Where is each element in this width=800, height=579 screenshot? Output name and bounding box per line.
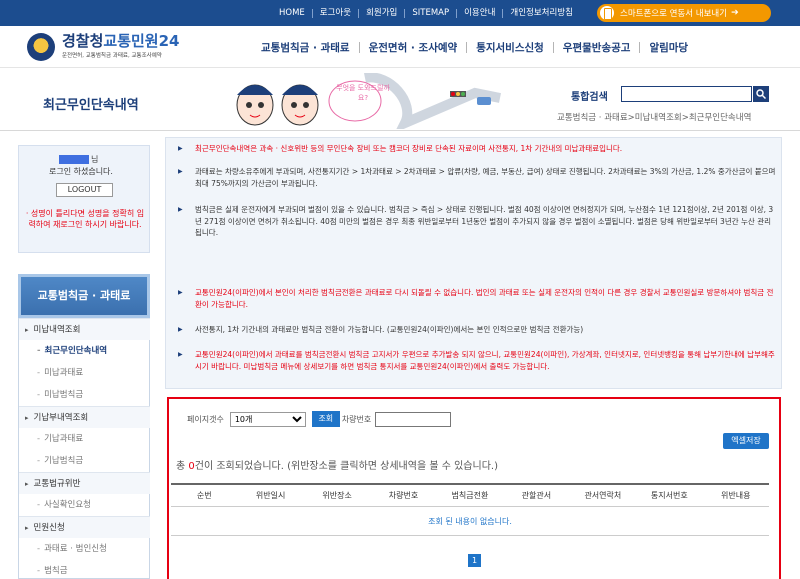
lnb-sub-item[interactable]: 기납과태료	[19, 428, 150, 450]
info-text: 교통민원24(이파인)에서 본인이 처리한 범칙금전환은 과태료로 다시 되돌릴…	[195, 288, 774, 309]
global-nav: 교통범칙금 · 과태료 운전면허 · 조사예약 통지서비스신청 우편물반송공고 알림마당	[252, 26, 697, 68]
top-link[interactable]: SITEMAP	[405, 0, 456, 26]
info-text: 과태료는 차량소유주에게 부과되며, 사전통지기간 > 1차과태료 > 2차과태…	[195, 167, 776, 188]
logout-button[interactable]: LOGOUT	[56, 183, 113, 197]
logo-subtitle: 운전면허, 교통범칙금 과태료, 교통조사예약	[62, 53, 162, 59]
logo-main: 경찰청	[62, 32, 104, 50]
logo-brand: 교통민원24	[103, 32, 180, 50]
gnb-item[interactable]: 운전면허 · 조사예약	[360, 40, 467, 55]
info-paragraph: 사전통지, 1차 기간내의 과태료만 범칙금 전환이 가능합니다. (교통민원2…	[178, 324, 776, 336]
top-link[interactable]: HOME	[272, 0, 312, 26]
result-count-message: 총 0건이 조회되었습니다. (위반장소를 클릭하면 상세내역을 볼 수 있습니…	[176, 457, 498, 472]
arrow-right-icon: ➔	[731, 8, 739, 18]
column-header: 위반장소	[322, 491, 352, 500]
column-header: 위반내용	[720, 491, 751, 500]
column-header: 위반일시	[255, 491, 286, 500]
search-button[interactable]	[753, 86, 769, 102]
rows-label: 페이지갯수	[187, 414, 224, 424]
top-link[interactable]: 회원가입	[359, 0, 404, 26]
info-text: 교통민원24(이파인)에서 과태료를 범칙금전환시 범칙금 고지서가 우편으로 …	[195, 350, 775, 371]
column-header: 관할관서	[521, 491, 552, 500]
login-box: 님 로그인 하셨습니다. LOGOUT · 성명이 틀리다면 성명을 정확히 입…	[18, 145, 150, 253]
speech-bubble-text: 무엇을 도와드릴까요?	[336, 84, 390, 102]
lnb-main-item[interactable]: 민원신청	[19, 516, 150, 538]
info-paragraph: 범칙금은 실제 운전자에게 부과되며 벌점이 있을 수 있습니다. 범칙금 > …	[178, 204, 776, 239]
table-header: 순번 위반일시 위반장소 차량번호 범칙금전환 관할관서 관서연락처 통지서번호 위반내용	[171, 483, 769, 507]
lnb-sub-item[interactable]: 기납범칙금	[19, 450, 150, 472]
header: 경찰청교통민원24 운전면허, 교통범칙금 과태료, 교통조사예약 교통범칙금 …	[0, 26, 800, 68]
info-text: 사전통지, 1차 기간내의 과태료만 범칙금 전환이 가능합니다. (교통민원2…	[195, 325, 584, 334]
search-label: 통합검색	[571, 92, 608, 103]
column-header: 차량번호	[388, 491, 419, 500]
login-message: 로그인 하셨습니다.	[49, 167, 113, 176]
empty-message: 조회 된 내용이 없습니다.	[171, 508, 769, 536]
column-header: 통지서번호	[650, 491, 688, 500]
car-number-input[interactable]	[375, 411, 452, 427]
site-logo[interactable]: 경찰청교통민원24	[62, 30, 179, 51]
lnb-main-item[interactable]: 기납부내역조회	[19, 406, 150, 428]
lnb-sub-item[interactable]: 과태료 · 범인신청	[19, 538, 150, 560]
rows-select[interactable]: 10개	[229, 411, 306, 427]
excel-save-button[interactable]: 엑셀저장	[723, 433, 769, 449]
sub-visual: 최근무인단속내역 무엇을 도와드릴까요? 통합검색 교통범칙금 · 과태료>미납…	[0, 69, 800, 131]
lnb-sub-item[interactable]: 범칙금	[19, 560, 150, 579]
page-button-1[interactable]: 1	[468, 554, 481, 567]
gnb-item[interactable]: 교통범칙금 · 과태료	[252, 40, 359, 55]
query-button[interactable]: 조회	[311, 411, 340, 427]
top-link[interactable]: 로그아웃	[313, 0, 358, 26]
breadcrumb: 교통범칙금 · 과태료>미납내역조회>최근무인단속내역	[557, 113, 752, 123]
smartphone-button[interactable]: 스마트폰으로 연동서 내보내기 ➔	[597, 4, 771, 22]
column-header: 범칙금전환	[451, 491, 489, 500]
smartphone-icon	[600, 6, 614, 20]
smartphone-label: 스마트폰으로 연동서 내보내기	[620, 9, 728, 19]
lnb-main-item[interactable]: 교통법규위반	[19, 472, 150, 494]
login-warning: · 성명이 틀리다면 성명을 정확히 입력하여 재로그인 하시기 바랍니다.	[25, 209, 145, 229]
gnb-item[interactable]: 알림마당	[640, 40, 697, 55]
page-title: 최근무인단속내역	[43, 98, 139, 113]
count-prefix: 총	[176, 461, 189, 472]
lnb-sub-item[interactable]: 최근무인단속내역	[19, 340, 150, 362]
column-header: 순번	[196, 491, 212, 500]
lnb-sub-item[interactable]: 미납범칙금	[19, 384, 150, 406]
top-link[interactable]: 이용안내	[457, 0, 502, 26]
search-controls: 페이지갯수 10개 조회 차량번호	[187, 411, 452, 427]
info-paragraph: 과태료는 차량소유주에게 부과되며, 사전통지기간 > 1차과태료 > 2차과태…	[178, 166, 776, 189]
search-input[interactable]	[621, 86, 752, 102]
info-box: 최근무인단속내역은 과속 · 신호위반 등의 무인단속 장비 또는 캠코더 장비…	[165, 137, 782, 389]
column-header: 관서연락처	[584, 491, 622, 500]
user-suffix: 님	[91, 155, 99, 164]
count-suffix: 건이 조회되었습니다. (위반장소를 클릭하면 상세내역을 볼 수 있습니다.)	[194, 461, 498, 472]
left-nav: 미납내역조회최근무인단속내역미납과태료미납범칙금기납부내역조회기납과태료기납범칙…	[18, 318, 150, 579]
police-emblem-icon[interactable]	[27, 33, 55, 61]
top-link[interactable]: 개인정보처리방침	[503, 0, 580, 26]
divider	[0, 130, 800, 131]
lnb-sub-item[interactable]: 미납과태료	[19, 362, 150, 384]
result-area: 페이지갯수 10개 조회 차량번호 엑셀저장 총 0건이 조회되었습니다. (위…	[167, 397, 781, 579]
login-user: 님	[59, 154, 98, 165]
lnb-sub-item[interactable]: 사실확인요청	[19, 494, 150, 516]
top-utility-bar: HOME 로그아웃 회원가입 SITEMAP 이용안내 개인정보처리방침 스마트폰으로 연…	[0, 0, 800, 26]
top-links: HOME 로그아웃 회원가입 SITEMAP 이용안내 개인정보처리방침	[272, 0, 580, 26]
gnb-item[interactable]: 통지서비스신청	[467, 40, 553, 55]
info-paragraph: 교통민원24(이파인)에서 본인이 처리한 범칙금전환은 과태료로 다시 되돌릴…	[178, 287, 776, 310]
info-paragraph: 교통민원24(이파인)에서 과태료를 범칙금전환시 범칙금 고지서가 우편으로 …	[178, 349, 776, 372]
search-icon	[756, 89, 766, 99]
car-number-label: 차량번호	[341, 414, 372, 424]
gnb-item[interactable]: 우편물반송공고	[554, 40, 640, 55]
lnb-title[interactable]: 교통범칙금 · 과태료	[18, 274, 150, 318]
info-paragraph: 최근무인단속내역은 과속 · 신호위반 등의 무인단속 장비 또는 캠코더 장비…	[178, 143, 776, 155]
masked-username	[59, 155, 89, 164]
info-text: 범칙금은 실제 운전자에게 부과되며 벌점이 있을 수 있습니다. 범칙금 > …	[195, 205, 774, 237]
info-text: 최근무인단속내역은 과속 · 신호위반 등의 무인단속 장비 또는 캠코더 장비…	[195, 144, 623, 153]
lnb-main-item[interactable]: 미납내역조회	[19, 318, 150, 340]
